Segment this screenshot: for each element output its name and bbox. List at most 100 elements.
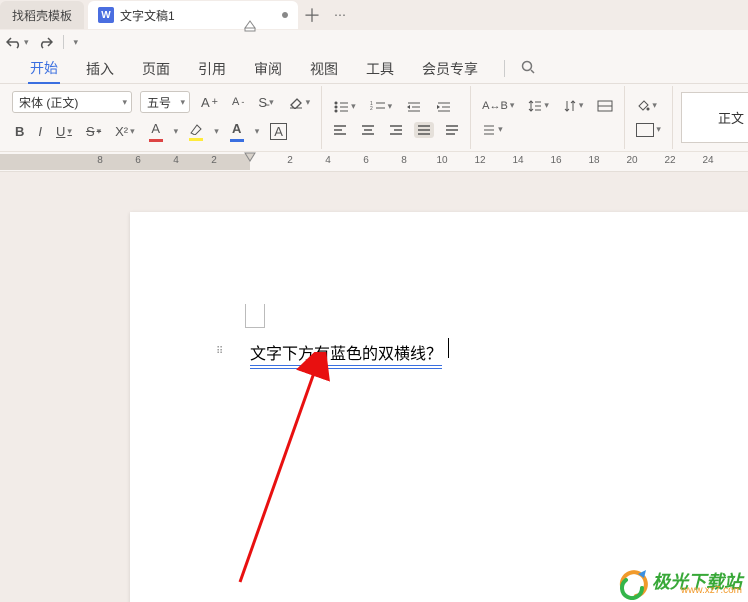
increase-font-button[interactable]: A+ xyxy=(198,93,221,112)
border-box-icon xyxy=(636,123,654,137)
ruler-num: 10 xyxy=(436,155,447,166)
italic-button[interactable]: I xyxy=(35,122,45,141)
tab-more-button[interactable]: ⋯ xyxy=(326,1,354,29)
undo-icon xyxy=(6,35,22,49)
menu-member[interactable]: 会员专享 xyxy=(420,55,480,83)
menu-page[interactable]: 页面 xyxy=(140,55,172,83)
chevron-down-icon: ▾ xyxy=(388,101,393,112)
ruler-num: 14 xyxy=(512,155,523,166)
font-group: 宋体 (正文) ▾ 五号 ▾ A+ A- S̵▾ ▾ B I U▾ xyxy=(4,86,322,149)
tab-settings-button[interactable] xyxy=(594,98,616,114)
align-right-button[interactable] xyxy=(386,122,406,138)
spacing-icon xyxy=(482,123,496,137)
redo-icon xyxy=(39,35,53,49)
doc-type-icon: W xyxy=(98,7,114,23)
menu-search-button[interactable] xyxy=(504,60,535,77)
decrease-font-button[interactable]: A- xyxy=(229,94,247,110)
hanging-indent-marker[interactable] xyxy=(244,20,256,30)
undo-split-button[interactable]: ▾ xyxy=(6,35,29,49)
color-swatch-icon xyxy=(149,139,163,142)
watermark: 极光下载站 www.xz7.com xyxy=(616,566,742,596)
boxed-a-icon: A xyxy=(270,123,287,140)
chevron-down-icon: ▾ xyxy=(498,124,503,135)
document-viewport[interactable]: ⠿ 文字下方有蓝色的双横线？ 极光下载站 www.xz7.com xyxy=(0,172,748,602)
ruler-num: 2 xyxy=(287,155,293,166)
strikethrough-button[interactable]: S▾ xyxy=(83,122,104,141)
horizontal-ruler[interactable]: 8 6 4 2 2 4 6 8 10 12 14 16 18 20 22 24 xyxy=(0,152,748,172)
chevron-down-icon[interactable]: ▾ xyxy=(255,126,260,137)
border-group: ▾ ▾ xyxy=(625,86,673,149)
chevron-down-icon: ▾ xyxy=(579,100,584,111)
align-right-icon xyxy=(389,124,403,136)
sort-button[interactable]: ▾ xyxy=(560,97,587,115)
chevron-down-icon: ▾ xyxy=(652,100,657,111)
paragraph-group: ▾ 12 ▾ xyxy=(322,86,471,149)
ruler-num: 8 xyxy=(97,155,103,166)
ruler-num: 2 xyxy=(211,155,217,166)
chevron-down-icon: ▾ xyxy=(306,97,311,108)
font-family-combo[interactable]: 宋体 (正文) ▾ xyxy=(12,91,132,113)
align-left-button[interactable] xyxy=(330,122,350,138)
ruler-num: 16 xyxy=(550,155,561,166)
style-normal[interactable]: 正文 xyxy=(681,92,748,143)
page[interactable]: ⠿ 文字下方有蓝色的双横线？ xyxy=(130,212,748,602)
tab-document[interactable]: W 文字文稿1 xyxy=(88,1,298,29)
spacing-group: A↔B▾ ▾ ▾ ▾ xyxy=(471,86,625,149)
color-swatch-icon xyxy=(230,139,244,142)
menu-reference[interactable]: 引用 xyxy=(196,55,228,83)
first-line-indent-marker[interactable] xyxy=(244,152,254,172)
tab-add-button[interactable]: ＋ xyxy=(298,1,326,29)
align-justify-icon xyxy=(417,124,431,136)
tab-template-label: 找稻壳模板 xyxy=(12,7,72,24)
indent-up-icon xyxy=(244,20,256,32)
bucket-icon xyxy=(636,99,650,113)
style-group: 正文 木 xyxy=(673,86,748,149)
clear-format-button[interactable]: ▾ xyxy=(285,93,314,111)
border-button[interactable]: ▾ xyxy=(633,121,664,139)
ruler-num: 6 xyxy=(135,155,141,166)
ruler-num: 20 xyxy=(626,155,637,166)
underline-button[interactable]: U▾ xyxy=(53,122,75,141)
watermark-url: www.xz7.com xyxy=(681,585,742,596)
highlight-button[interactable] xyxy=(186,121,206,143)
qa-customize-button[interactable]: ▾ xyxy=(74,37,79,48)
align-center-button[interactable] xyxy=(358,122,378,138)
char-border-button[interactable]: A xyxy=(267,121,290,142)
paragraph-handle-icon[interactable]: ⠿ xyxy=(216,346,224,357)
bullet-list-button[interactable]: ▾ xyxy=(330,98,359,116)
chevron-down-icon: ▾ xyxy=(656,124,661,135)
chevron-down-icon[interactable]: ▾ xyxy=(174,126,179,137)
line-spacing-button[interactable]: ▾ xyxy=(479,121,506,139)
font-size-combo[interactable]: 五号 ▾ xyxy=(140,91,190,113)
ab-scale-icon: A↔B xyxy=(482,100,508,112)
paragraph-indent-box xyxy=(245,304,265,328)
case-icon: S̵ xyxy=(258,95,267,110)
char-scale-button[interactable]: A↔B▾ xyxy=(479,98,517,114)
tab-template[interactable]: 找稻壳模板 xyxy=(0,1,84,29)
chevron-down-icon: ▾ xyxy=(351,101,356,112)
sort-icon xyxy=(563,99,577,113)
redo-button[interactable] xyxy=(39,35,53,49)
chevron-down-icon[interactable]: ▾ xyxy=(214,126,219,137)
increase-indent-button[interactable] xyxy=(433,98,455,116)
number-list-button[interactable]: 12 ▾ xyxy=(367,98,396,116)
ruler-num: 8 xyxy=(401,155,407,166)
align-justify-button[interactable] xyxy=(414,122,434,138)
tab-icon xyxy=(597,100,613,112)
change-case-button[interactable]: S̵▾ xyxy=(255,93,276,112)
bold-button[interactable]: B xyxy=(12,122,27,141)
line-height-button[interactable]: ▾ xyxy=(525,97,552,115)
superscript-button[interactable]: X²▾ xyxy=(112,122,138,141)
menu-insert[interactable]: 插入 xyxy=(84,55,116,83)
font-color-button[interactable]: A xyxy=(146,119,166,144)
menu-view[interactable]: 视图 xyxy=(308,55,340,83)
decrease-indent-button[interactable] xyxy=(403,98,425,116)
align-distribute-button[interactable] xyxy=(442,122,462,138)
menu-start[interactable]: 开始 xyxy=(28,54,60,84)
shading-button[interactable]: ▾ xyxy=(633,97,660,115)
menu-review[interactable]: 审阅 xyxy=(252,55,284,83)
document-text[interactable]: 文字下方有蓝色的双横线？ xyxy=(250,340,442,366)
menu-tools[interactable]: 工具 xyxy=(364,55,396,83)
text-effect-button[interactable]: A xyxy=(227,119,247,144)
indent-down-icon xyxy=(244,152,256,162)
